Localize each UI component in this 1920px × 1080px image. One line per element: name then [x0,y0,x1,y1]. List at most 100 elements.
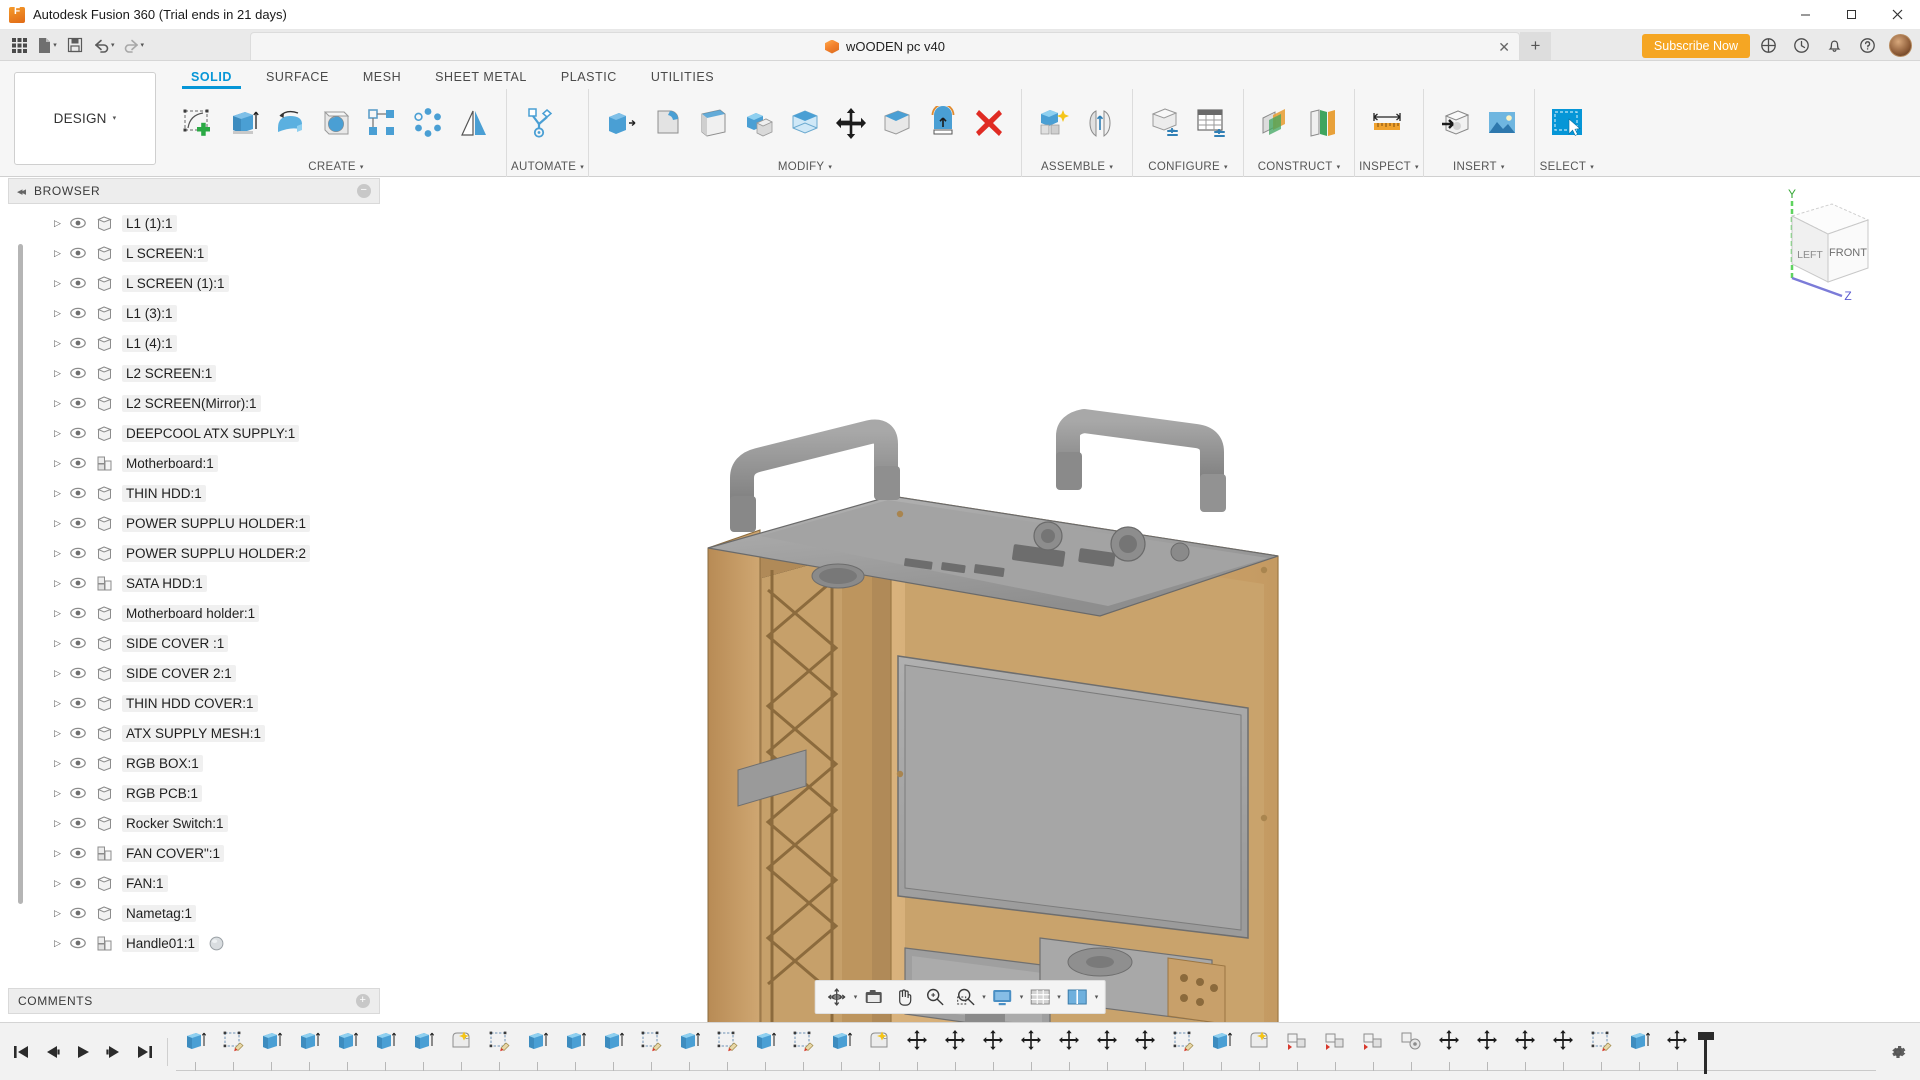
3d-canvas[interactable]: Y Z LEFT FRONT ◂◂ BROWSER − [0,178,1920,1022]
expand-arrow-icon[interactable]: ▷ [54,908,70,919]
browser-item[interactable]: ▷RGB BOX:1 [8,748,380,778]
help-icon[interactable] [1852,31,1882,61]
expand-arrow-icon[interactable]: ▷ [54,488,70,499]
extrude-feature[interactable] [594,1023,632,1080]
visibility-eye-icon[interactable] [70,277,96,289]
revolve-icon[interactable] [268,97,312,149]
play-icon[interactable] [68,1035,97,1069]
sketch-feature[interactable] [1164,1023,1202,1080]
automated-modeling-icon[interactable] [517,97,561,149]
visibility-eye-icon[interactable] [70,217,96,229]
save-icon[interactable] [62,32,88,58]
expand-arrow-icon[interactable]: ▷ [54,248,70,259]
extrude-feature[interactable] [290,1023,328,1080]
move-feature[interactable] [1658,1023,1696,1080]
browser-item[interactable]: ▷Handle01:1 [8,928,380,958]
close-button[interactable] [1874,0,1920,30]
move-feature[interactable] [1430,1023,1468,1080]
offset-face-icon[interactable] [783,97,827,149]
extrude-feature[interactable] [518,1023,556,1080]
panel-assemble-label[interactable]: ASSEMBLE ▾ [1026,157,1128,177]
extensions-icon[interactable] [1753,31,1783,61]
visibility-eye-icon[interactable] [70,247,96,259]
panel-automate-label[interactable]: AUTOMATE ▾ [511,157,584,177]
insert-derive-icon[interactable] [1434,97,1478,149]
browser-item[interactable]: ▷FAN:1 [8,868,380,898]
expand-arrow-icon[interactable]: ▷ [54,278,70,289]
redo-icon[interactable]: ▾ [120,32,148,58]
expand-arrow-icon[interactable]: ▷ [54,458,70,469]
sweep-icon[interactable] [314,97,358,149]
panel-create-label[interactable]: CREATE ▾ [170,157,502,177]
expand-arrow-icon[interactable]: ▷ [54,428,70,439]
timeline-marker[interactable] [1698,1030,1714,1074]
expand-arrow-icon[interactable]: ▷ [54,638,70,649]
tab-plastic[interactable]: PLASTIC [544,70,634,89]
browser-item[interactable]: ▷POWER SUPPLU HOLDER:2 [8,538,380,568]
move-feature[interactable] [1544,1023,1582,1080]
align-icon[interactable] [921,97,965,149]
tab-surface[interactable]: SURFACE [249,70,346,89]
move-feature[interactable] [1506,1023,1544,1080]
expand-arrow-icon[interactable]: ▷ [54,938,70,949]
split-face-icon[interactable] [875,97,919,149]
browser-item[interactable]: ▷L2 SCREEN:1 [8,358,380,388]
expand-arrow-icon[interactable]: ▷ [54,218,70,229]
create-sketch-icon[interactable] [176,97,220,149]
extrude-feature[interactable] [1620,1023,1658,1080]
viewports-icon[interactable] [1062,983,1093,1011]
go-to-end-icon[interactable] [130,1035,159,1069]
browser-tree[interactable]: ▷L1 (1):1▷L SCREEN:1▷L SCREEN (1):1▷L1 (… [8,204,380,960]
expand-arrow-icon[interactable]: ▷ [54,878,70,889]
orbit-icon[interactable] [822,983,852,1011]
new-component-icon[interactable] [1032,97,1076,149]
browser-item[interactable]: ▷Nametag:1 [8,898,380,928]
panel-construct-label[interactable]: CONSTRUCT ▾ [1248,157,1350,177]
sketch-feature[interactable] [632,1023,670,1080]
visibility-eye-icon[interactable] [70,397,96,409]
expand-arrow-icon[interactable]: ▷ [54,398,70,409]
visibility-eye-icon[interactable] [70,877,96,889]
extrude-feature[interactable] [556,1023,594,1080]
visibility-eye-icon[interactable] [70,427,96,439]
browser-item[interactable]: ▷Rocker Switch:1 [8,808,380,838]
browser-item[interactable]: ▷FAN COVER":1 [8,838,380,868]
collapse-icon[interactable]: ◂◂ [17,185,24,198]
pan-icon[interactable] [889,983,918,1011]
visibility-eye-icon[interactable] [70,637,96,649]
expand-arrow-icon[interactable]: ▷ [54,848,70,859]
expand-arrow-icon[interactable]: ▷ [54,548,70,559]
extrude-feature[interactable] [670,1023,708,1080]
browser-item[interactable]: ▷THIN HDD COVER:1 [8,688,380,718]
browser-item[interactable]: ▷SIDE COVER :1 [8,628,380,658]
sketch-feature[interactable] [480,1023,518,1080]
measure-icon[interactable] [1365,97,1409,149]
zoom-icon[interactable] [919,983,949,1011]
document-tab[interactable]: wOODEN pc v40 ✕ [250,32,1520,60]
panel-select-label[interactable]: SELECT ▾ [1539,157,1595,177]
go-to-beginning-icon[interactable] [6,1035,35,1069]
browser-item[interactable]: ▷L SCREEN (1):1 [8,268,380,298]
delete-icon[interactable] [967,97,1011,149]
display-settings-caret[interactable]: ▾ [1020,994,1024,1001]
joint-feature[interactable] [1392,1023,1430,1080]
visibility-eye-icon[interactable] [70,787,96,799]
component-feature[interactable] [1316,1023,1354,1080]
panel-insert-label[interactable]: INSERT ▾ [1428,157,1530,177]
press-pull-icon[interactable] [599,97,643,149]
visibility-eye-icon[interactable] [70,337,96,349]
expand-arrow-icon[interactable]: ▷ [54,728,70,739]
visibility-eye-icon[interactable] [70,847,96,859]
move-feature[interactable] [974,1023,1012,1080]
browser-item[interactable]: ▷L1 (4):1 [8,328,380,358]
extrude-icon[interactable] [222,97,266,149]
timeline-track[interactable] [176,1023,1876,1080]
sketch-feature[interactable] [784,1023,822,1080]
extrude-feature[interactable] [328,1023,366,1080]
sketch-feature[interactable] [708,1023,746,1080]
offset-plane-icon[interactable] [1254,97,1298,149]
step-forward-icon[interactable] [99,1035,128,1069]
visibility-eye-icon[interactable] [70,577,96,589]
zoom-window-caret[interactable]: ▾ [982,994,986,1001]
panel-modify-label[interactable]: MODIFY ▾ [593,157,1017,177]
